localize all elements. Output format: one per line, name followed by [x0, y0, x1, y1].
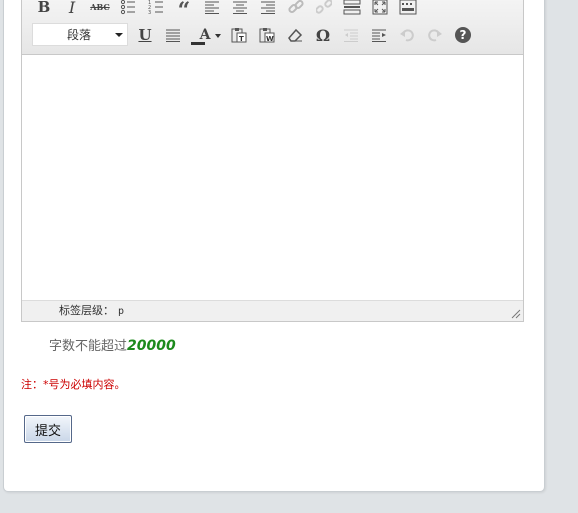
numbered-list-icon: 123 — [148, 0, 163, 15]
eraser-icon — [288, 28, 303, 42]
toolbar-toggle-icon — [399, 0, 417, 15]
paste-word-icon: W — [259, 28, 275, 43]
font-color-button[interactable]: A — [188, 25, 222, 45]
format-select-value: 段落 — [67, 28, 92, 42]
link-icon — [288, 0, 304, 14]
special-char-button[interactable]: Ω — [312, 25, 334, 45]
font-color-icon: A — [199, 27, 211, 43]
align-left-button[interactable] — [201, 0, 223, 17]
indent-icon — [372, 29, 386, 42]
help-button[interactable]: ? — [452, 25, 474, 45]
editor-toolbar: B I ABC 123 “ 段落 U A T W Ω ? — [22, 0, 523, 55]
bullet-list-button[interactable] — [117, 0, 139, 17]
align-right-icon — [261, 1, 275, 14]
char-limit-value: 20000 — [127, 338, 176, 354]
align-justify-icon — [166, 29, 180, 42]
strikethrough-button[interactable]: ABC — [89, 0, 111, 17]
blockquote-button[interactable]: “ — [173, 0, 195, 22]
resize-handle-icon[interactable] — [511, 309, 521, 319]
underline-button[interactable]: U — [134, 25, 156, 45]
undo-button[interactable] — [396, 25, 418, 45]
italic-button[interactable]: I — [61, 0, 83, 17]
svg-text:W: W — [266, 35, 274, 43]
chevron-down-icon — [215, 34, 221, 38]
format-select[interactable]: 段落 — [32, 23, 128, 46]
required-note: 注：*号为必填内容。 — [21, 378, 126, 391]
element-path[interactable]: p — [118, 306, 124, 317]
submit-button[interactable]: 提交 — [24, 415, 72, 443]
fullscreen-icon — [372, 0, 388, 15]
justify-button[interactable] — [162, 25, 184, 45]
redo-button[interactable] — [424, 25, 446, 45]
align-left-icon — [205, 1, 219, 14]
numbered-list-button[interactable]: 123 — [145, 0, 167, 17]
indent-button[interactable] — [368, 25, 390, 45]
outdent-button[interactable] — [340, 25, 362, 45]
align-center-button[interactable] — [229, 0, 251, 17]
paste-word-button[interactable]: W — [256, 25, 278, 45]
editor-statusbar: 标签层级： p — [22, 300, 523, 321]
undo-icon — [400, 29, 414, 42]
bold-button[interactable]: B — [33, 0, 55, 17]
svg-text:3: 3 — [148, 10, 151, 15]
unlink-icon — [316, 0, 332, 14]
bullet-list-icon — [120, 0, 135, 15]
horizontal-rule-button[interactable] — [341, 0, 363, 17]
statusbar-label: 标签层级： — [59, 304, 114, 317]
help-icon: ? — [455, 27, 471, 43]
clear-format-button[interactable] — [284, 25, 306, 45]
outdent-icon — [344, 29, 358, 42]
editor-content-area[interactable] — [22, 55, 523, 300]
toolbar-toggle-button[interactable] — [397, 0, 419, 17]
paste-text-button[interactable]: T — [228, 25, 250, 45]
char-limit-text: 字数不能超过20000 — [49, 335, 176, 354]
char-limit-label: 字数不能超过 — [49, 339, 128, 354]
svg-text:T: T — [239, 35, 244, 43]
horizontal-rule-icon — [343, 0, 361, 15]
link-button[interactable] — [285, 0, 307, 17]
paste-text-icon: T — [231, 28, 247, 43]
fullscreen-button[interactable] — [369, 0, 391, 17]
unlink-button[interactable] — [313, 0, 335, 17]
chevron-down-icon — [115, 33, 123, 37]
redo-icon — [428, 29, 442, 42]
rich-text-editor: B I ABC 123 “ 段落 U A T W Ω ? 标签层级： p — [21, 0, 524, 322]
font-color-swatch — [191, 42, 205, 45]
omega-icon: Ω — [315, 25, 331, 45]
align-right-button[interactable] — [257, 0, 279, 17]
align-center-icon — [233, 1, 247, 14]
